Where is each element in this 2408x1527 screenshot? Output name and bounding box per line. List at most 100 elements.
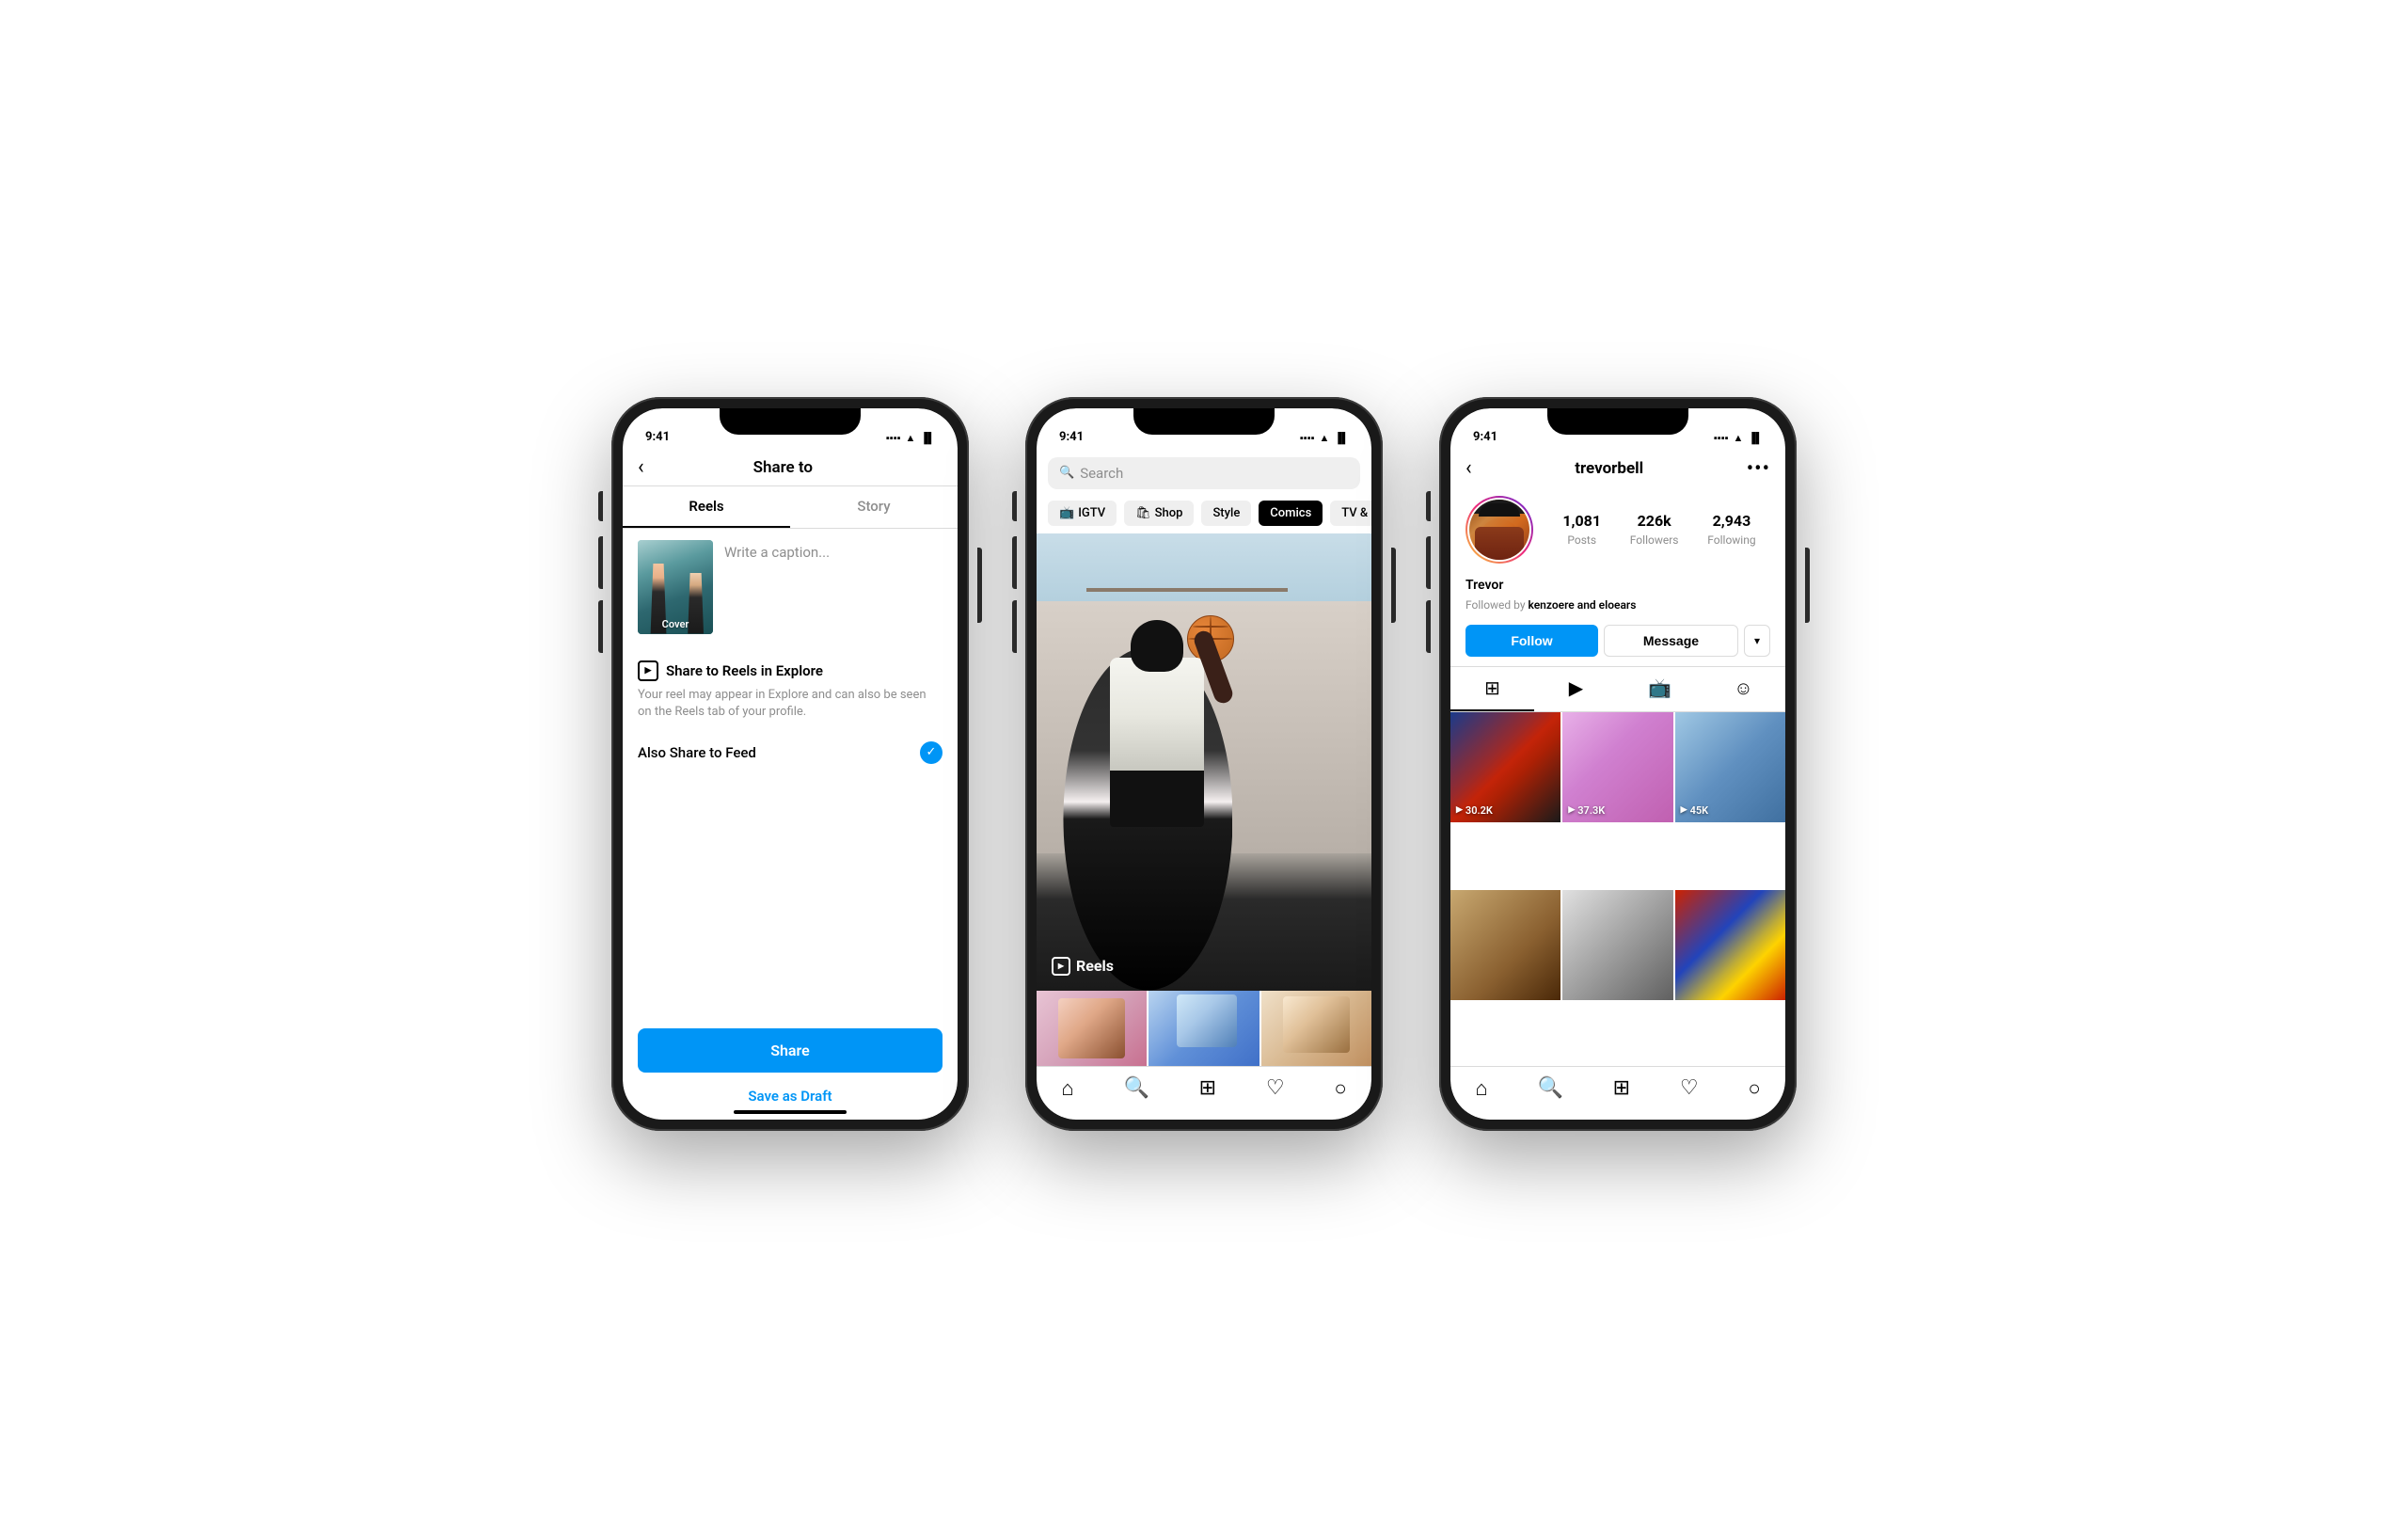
profile-nav-2[interactable]: ○ bbox=[1334, 1076, 1346, 1101]
reel-icon: ▶ bbox=[638, 660, 658, 681]
style-label: Style bbox=[1212, 506, 1240, 520]
follow-button[interactable]: Follow bbox=[1465, 625, 1598, 657]
search-input[interactable]: Search bbox=[1080, 465, 1123, 482]
followed-by-row: Followed by kenzoere and eloears bbox=[1450, 596, 1785, 619]
followed-by-names[interactable]: kenzoere and eloears bbox=[1529, 598, 1637, 612]
phone3-power-button bbox=[1805, 548, 1810, 623]
thumb-1[interactable] bbox=[1037, 991, 1147, 1066]
grid-cell-1[interactable]: ▶ 30.2K bbox=[1450, 712, 1560, 822]
bottom-nav-3: ⌂ 🔍 ⊞ ♡ ○ bbox=[1450, 1066, 1785, 1120]
share-explore-section: ▶ Share to Reels in Explore Your reel ma… bbox=[623, 645, 958, 728]
play-icon-1: ▶ bbox=[1456, 805, 1463, 815]
spacer bbox=[623, 777, 958, 1017]
phone-3-inner: 9:41 ▪▪▪▪ ▲ ▐▌ ‹ trevorbell ••• bbox=[1450, 408, 1785, 1120]
share-explore-title-text: Share to Reels in Explore bbox=[666, 662, 823, 679]
player-container bbox=[1054, 625, 1260, 991]
profile-info-row: 1,081 Posts 226k Followers 2,943 Followi… bbox=[1450, 488, 1785, 571]
thumb-3-content bbox=[1283, 996, 1349, 1053]
message-button[interactable]: Message bbox=[1604, 625, 1738, 657]
status-time-3: 9:41 bbox=[1473, 430, 1497, 444]
add-nav-2[interactable]: ⊞ bbox=[1199, 1076, 1216, 1100]
battery-icon: ▐▌ bbox=[920, 432, 935, 444]
play-count-1: ▶ 30.2K bbox=[1456, 804, 1493, 817]
filter-tv[interactable]: TV & Movies bbox=[1330, 501, 1371, 526]
grid-cell-4[interactable] bbox=[1450, 890, 1560, 1000]
stat-posts: 1,081 Posts bbox=[1562, 512, 1601, 548]
share-to-header: ‹ Share to bbox=[623, 450, 958, 486]
following-label: Following bbox=[1707, 533, 1755, 547]
profile-tabs: ⊞ ▶ 📺 ☺ bbox=[1450, 666, 1785, 712]
cover-thumbnail[interactable]: Cover bbox=[638, 540, 713, 634]
search-nav-3[interactable]: 🔍 bbox=[1537, 1076, 1562, 1100]
grid-cell-6[interactable] bbox=[1675, 890, 1785, 1000]
bottom-nav-2: ⌂ 🔍 ⊞ ♡ ○ bbox=[1037, 1066, 1371, 1120]
save-draft-button[interactable]: Save as Draft bbox=[623, 1080, 958, 1112]
shop-label: Shop bbox=[1155, 506, 1183, 520]
profile-nav-3[interactable]: ○ bbox=[1748, 1076, 1760, 1101]
phone-3: 9:41 ▪▪▪▪ ▲ ▐▌ ‹ trevorbell ••• bbox=[1439, 397, 1797, 1131]
grid-cell-5[interactable] bbox=[1562, 890, 1672, 1000]
igtv-label: IGTV bbox=[1078, 506, 1105, 520]
heart-nav-2[interactable]: ♡ bbox=[1266, 1076, 1285, 1100]
filter-igtv[interactable]: 📺 IGTV bbox=[1048, 501, 1117, 526]
posts-count: 1,081 bbox=[1562, 512, 1601, 530]
more-options-button[interactable]: ••• bbox=[1747, 457, 1770, 481]
search-nav-2[interactable]: 🔍 bbox=[1123, 1076, 1149, 1100]
phone-2-screen: 9:41 ▪▪▪▪ ▲ ▐▌ 🔍 Search bbox=[1037, 408, 1371, 1120]
profile-grid: ▶ 30.2K ▶ 37.3K bbox=[1450, 712, 1785, 1066]
phone2-power-button bbox=[1391, 548, 1396, 623]
count-1: 30.2K bbox=[1465, 804, 1493, 817]
share-button[interactable]: Share bbox=[638, 1028, 943, 1073]
thumb-2[interactable] bbox=[1149, 991, 1259, 1066]
add-nav-3[interactable]: ⊞ bbox=[1613, 1076, 1630, 1100]
play-icon-3: ▶ bbox=[1681, 805, 1687, 815]
tab-grid[interactable]: ⊞ bbox=[1450, 667, 1534, 711]
stat-following: 2,943 Following bbox=[1707, 512, 1755, 548]
player-head bbox=[1138, 625, 1176, 662]
dropdown-button[interactable]: ▾ bbox=[1744, 625, 1770, 657]
filter-comics[interactable]: Comics bbox=[1259, 501, 1323, 526]
notch-2 bbox=[1133, 408, 1275, 435]
player-pants bbox=[1110, 771, 1204, 827]
thumb-1-content bbox=[1058, 998, 1124, 1058]
home-nav-3[interactable]: ⌂ bbox=[1475, 1076, 1487, 1101]
shop-icon: 🛍 bbox=[1135, 506, 1151, 520]
back-button[interactable]: ‹ bbox=[638, 457, 644, 478]
home-bar bbox=[734, 1110, 847, 1114]
wifi-icon: ▲ bbox=[906, 432, 916, 444]
grid-cell-2[interactable]: ▶ 37.3K bbox=[1562, 712, 1672, 822]
igtv-icon: 📺 bbox=[1059, 506, 1074, 520]
also-share-toggle[interactable]: ✓ bbox=[920, 741, 943, 764]
home-nav-2[interactable]: ⌂ bbox=[1061, 1076, 1073, 1101]
profile-back-button[interactable]: ‹ bbox=[1465, 458, 1472, 479]
status-icons-2: ▪▪▪▪ ▲ ▐▌ bbox=[1300, 432, 1349, 444]
signal-icon-2: ▪▪▪▪ bbox=[1300, 432, 1315, 444]
phone-2: 9:41 ▪▪▪▪ ▲ ▐▌ 🔍 Search bbox=[1025, 397, 1383, 1131]
also-share-row[interactable]: Also Share to Feed ✓ bbox=[623, 728, 958, 777]
tab-reels-profile[interactable]: ▶ bbox=[1534, 667, 1618, 711]
battery-icon-3: ▐▌ bbox=[1748, 432, 1763, 444]
tab-reels[interactable]: Reels bbox=[623, 486, 790, 528]
action-buttons-row: Follow Message ▾ bbox=[1450, 619, 1785, 666]
grid-cell-3[interactable]: ▶ 45K bbox=[1675, 712, 1785, 822]
phone2-vol-up-button bbox=[1012, 536, 1017, 589]
cell-5-bg bbox=[1562, 890, 1672, 1000]
phone-2-inner: 9:41 ▪▪▪▪ ▲ ▐▌ 🔍 Search bbox=[1037, 408, 1371, 1120]
avatar-ring bbox=[1465, 496, 1533, 564]
player-shirt bbox=[1110, 658, 1204, 771]
tab-story[interactable]: Story bbox=[790, 486, 958, 528]
search-bar[interactable]: 🔍 Search bbox=[1048, 457, 1360, 489]
reel-icon-inner: ▶ bbox=[645, 666, 652, 676]
tab-tv[interactable]: 📺 bbox=[1618, 667, 1702, 711]
status-icons-1: ▪▪▪▪ ▲ ▐▌ bbox=[886, 432, 935, 444]
share-explore-title-row: ▶ Share to Reels in Explore bbox=[638, 660, 943, 681]
phone-1: 9:41 ▪▪▪▪ ▲ ▐▌ ‹ Share to bbox=[611, 397, 969, 1131]
filter-shop[interactable]: 🛍 Shop bbox=[1124, 501, 1194, 526]
notch-3 bbox=[1547, 408, 1688, 435]
filter-style[interactable]: Style bbox=[1201, 501, 1251, 526]
heart-nav-3[interactable]: ♡ bbox=[1680, 1076, 1699, 1100]
tab-tagged[interactable]: ☺ bbox=[1702, 667, 1785, 711]
thumb-3[interactable] bbox=[1261, 991, 1371, 1066]
caption-input[interactable]: Write a caption... bbox=[724, 540, 943, 561]
signal-icon-3: ▪▪▪▪ bbox=[1714, 432, 1729, 444]
